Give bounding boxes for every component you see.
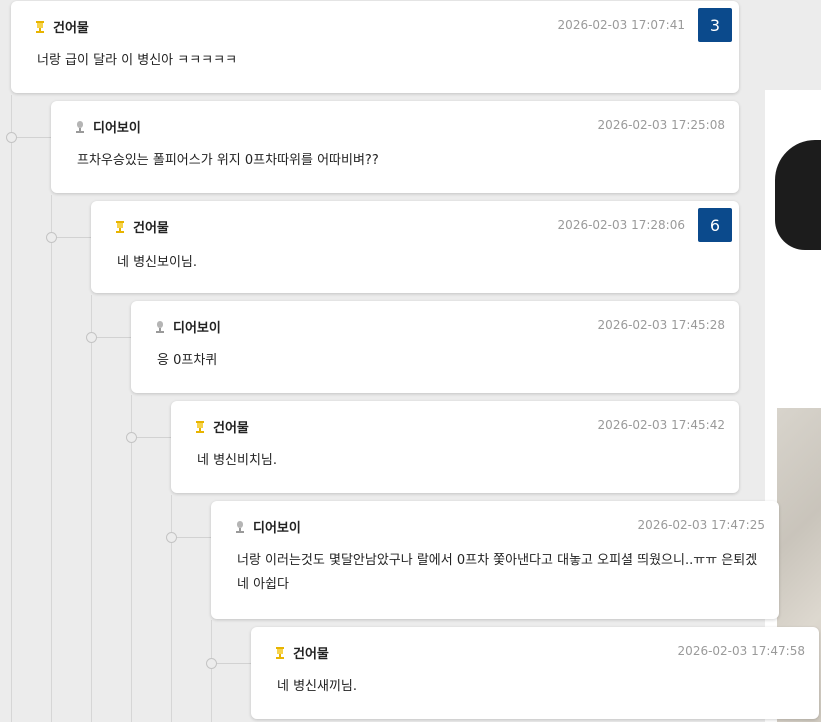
- thread-guide-line: [131, 395, 132, 722]
- comment-author[interactable]: 디어보이: [153, 317, 221, 336]
- comment-timestamp: 2026-02-03 17:45:42: [597, 418, 725, 432]
- comment-timestamp: 2026-02-03 17:45:28: [597, 318, 725, 332]
- comment-author-name: 건어물: [133, 221, 169, 236]
- comment-author[interactable]: 디어보이: [73, 117, 141, 136]
- gold-trophy-icon: [196, 420, 204, 433]
- reply-node: [166, 532, 177, 543]
- thread-guide-line: [51, 195, 52, 722]
- gray-trophy-icon: [236, 520, 244, 533]
- comment-author[interactable]: 건어물: [273, 643, 329, 662]
- reply-connector: [132, 437, 171, 438]
- reply-connector: [172, 537, 211, 538]
- comment-text: 네 병신비치님.: [197, 453, 278, 468]
- comment-timestamp: 2026-02-03 17:25:08: [597, 118, 725, 132]
- comment-count-badge[interactable]: 3: [698, 8, 732, 42]
- reply-node: [86, 332, 97, 343]
- comment-card: 건어물 2026-02-03 17:28:06 6 네 병신보이님.: [91, 201, 739, 293]
- reply-node: [126, 432, 137, 443]
- comment-text: 네 병신보이님.: [117, 255, 198, 270]
- comment-count-badge[interactable]: 6: [698, 208, 732, 242]
- comment-text-line: 네 아쉽다: [237, 577, 289, 592]
- comment-timestamp: 2026-02-03 17:47:25: [637, 518, 765, 532]
- comment-author-name: 디어보이: [93, 121, 141, 136]
- reply-connector: [52, 237, 91, 238]
- gold-trophy-icon: [276, 646, 284, 659]
- reply-connector: [212, 663, 251, 664]
- comment-text: 너랑 이러는것도 몇달안남았구나 랄에서 0프차 쫓아낸다고 대놓고 오피셜 띄…: [237, 549, 757, 597]
- comment-author[interactable]: 건어물: [193, 417, 249, 436]
- gold-trophy-icon: [36, 20, 44, 33]
- reply-connector: [12, 137, 51, 138]
- comment-timestamp: 2026-02-03 17:07:41: [557, 18, 685, 32]
- thread-guide-line: [171, 495, 172, 722]
- comment-timestamp: 2026-02-03 17:28:06: [557, 218, 685, 232]
- thread-guide-line: [211, 620, 212, 722]
- comment-text: 너랑 급이 달라 이 병신아 ㅋㅋㅋㅋㅋ: [37, 53, 238, 68]
- comment-card: 건어물 2026-02-03 17:07:41 3 너랑 급이 달라 이 병신아…: [11, 1, 739, 93]
- gray-trophy-icon: [76, 120, 84, 133]
- comment-text: 네 병신새끼님.: [277, 679, 358, 694]
- comment-author-name: 건어물: [213, 421, 249, 436]
- comment-timestamp: 2026-02-03 17:47:58: [677, 644, 805, 658]
- comment-text-line: 너랑 이러는것도 몇달안남았구나 랄에서 0프차 쫓아낸다고 대놓고 오피셜 띄…: [237, 553, 758, 568]
- comment-author[interactable]: 디어보이: [233, 517, 301, 536]
- gold-trophy-icon: [116, 220, 124, 233]
- comment-author[interactable]: 건어물: [33, 17, 89, 36]
- comment-card: 건어물 2026-02-03 17:47:58 네 병신새끼님.: [251, 627, 819, 719]
- reply-node: [46, 232, 57, 243]
- comment-card: 디어보이 2026-02-03 17:45:28 응 0프차퀴: [131, 301, 739, 393]
- comment-card: 디어보이 2026-02-03 17:47:25 너랑 이러는것도 몇달안남았구…: [211, 501, 779, 619]
- comment-author-name: 건어물: [293, 647, 329, 662]
- reply-node: [6, 132, 17, 143]
- reply-connector: [92, 337, 131, 338]
- comment-author-name: 디어보이: [253, 521, 301, 536]
- sidebar-image-hat: [775, 140, 821, 250]
- comment-text: 프차우승있는 폴피어스가 위지 0프차따위를 어따비벼??: [77, 153, 379, 168]
- gray-trophy-icon: [156, 320, 164, 333]
- comment-author-name: 디어보이: [173, 321, 221, 336]
- comment-card: 디어보이 2026-02-03 17:25:08 프차우승있는 폴피어스가 위지…: [51, 101, 739, 193]
- reply-node: [206, 658, 217, 669]
- comment-card: 건어물 2026-02-03 17:45:42 네 병신비치님.: [171, 401, 739, 493]
- thread-guide-line: [91, 295, 92, 722]
- thread-guide-line: [11, 95, 12, 722]
- comment-text: 응 0프차퀴: [157, 353, 218, 368]
- comment-author[interactable]: 건어물: [113, 217, 169, 236]
- comment-author-name: 건어물: [53, 21, 89, 36]
